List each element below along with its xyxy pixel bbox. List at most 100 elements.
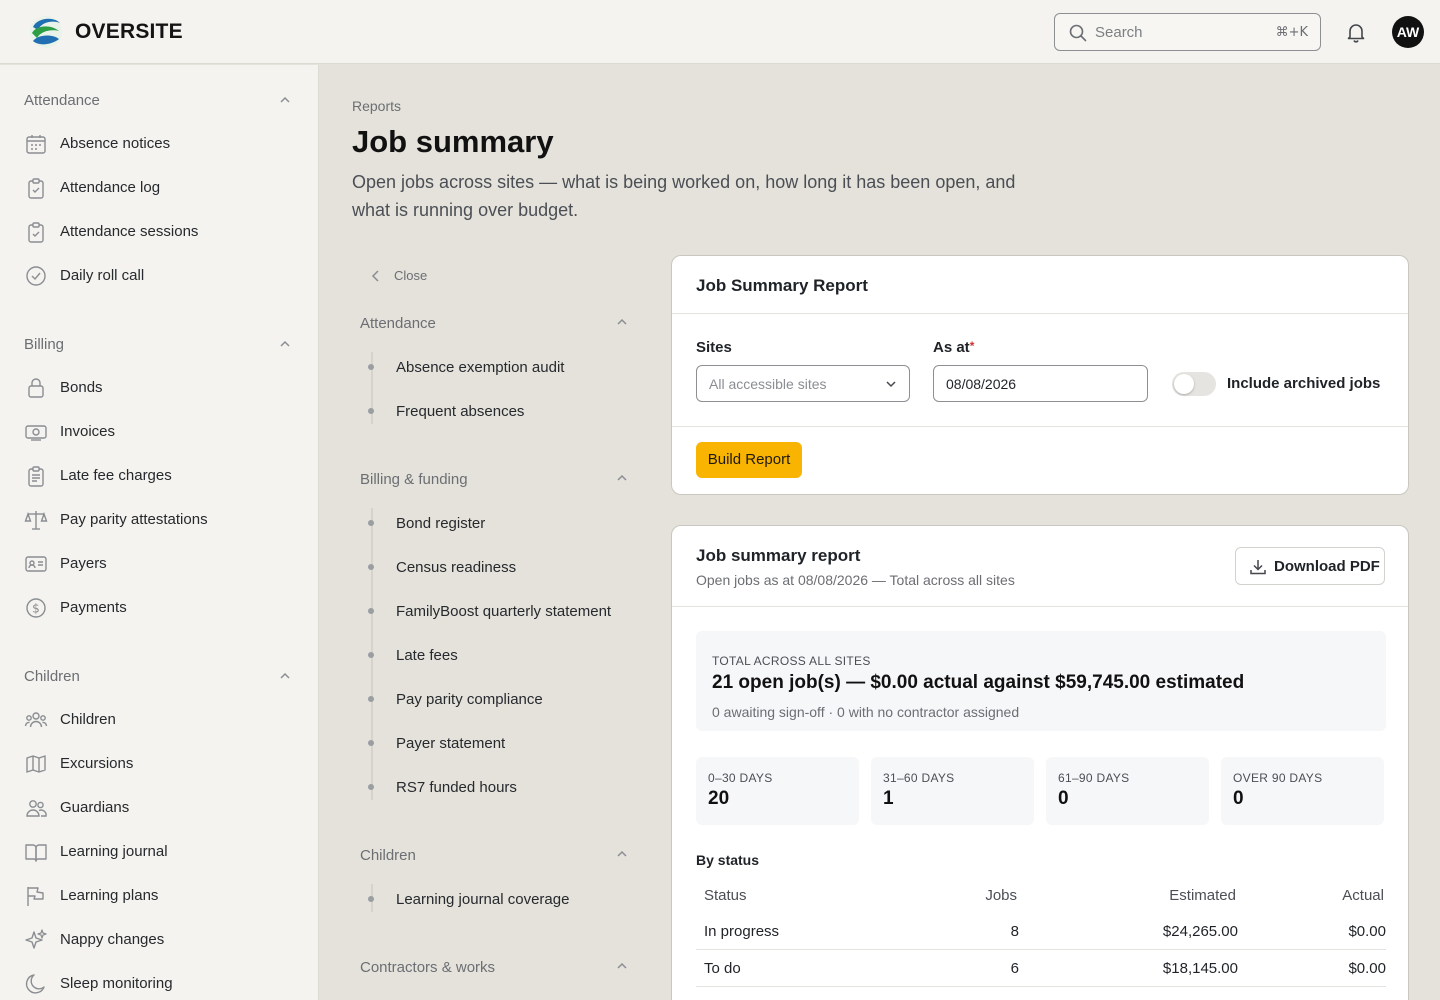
- avatar[interactable]: AW: [1392, 16, 1424, 48]
- sidebar-item-learning-plans[interactable]: Learning plans: [24, 882, 294, 910]
- report-subtitle: Open jobs as at 08/08/2026 — Total acros…: [696, 572, 1015, 588]
- receipt-icon: [28, 466, 44, 487]
- banknote-icon: [25, 425, 47, 441]
- brand-name[interactable]: OVERSITE: [75, 20, 183, 44]
- search-shortcut: ⌘+K: [1275, 25, 1308, 40]
- chevron-up-icon[interactable]: [614, 470, 630, 486]
- sidebar-item-guardians[interactable]: Guardians: [24, 794, 294, 822]
- subnav-item[interactable]: Frequent absences: [368, 400, 638, 424]
- cell-estimated: $24,265.00: [1162, 923, 1238, 940]
- report-title: Job summary report: [696, 546, 861, 565]
- divider: [672, 426, 1408, 427]
- subnav-item-label: Absence exemption audit: [396, 359, 565, 376]
- bell-icon[interactable]: [1344, 20, 1368, 44]
- sidebar-item-attendance-sessions[interactable]: Attendance sessions: [24, 218, 294, 246]
- flag-icon: [27, 887, 44, 906]
- chevron-up-icon[interactable]: [277, 92, 293, 108]
- subnav-close-label: Close: [394, 268, 428, 283]
- subnav-group-attendance[interactable]: Attendance: [360, 315, 436, 332]
- sidebar-item-label: Payments: [60, 599, 127, 616]
- sidebar-group-billing[interactable]: Billing: [24, 336, 64, 353]
- oversite-logo-icon[interactable]: [27, 14, 65, 50]
- sidebar-item-late-fee-charges[interactable]: Late fee charges: [24, 462, 294, 490]
- sidebar-item-label: Learning journal: [60, 843, 168, 860]
- sidebar-item-learning-journal[interactable]: Learning journal: [24, 838, 294, 866]
- book-open-icon: [25, 844, 47, 862]
- sidebar-item-pay-parity-attestations[interactable]: Pay parity attestations: [24, 506, 294, 534]
- sidebar-item-children[interactable]: Children: [24, 706, 294, 734]
- sidebar-item-absence-notices[interactable]: Absence notices: [24, 130, 294, 158]
- sidebar-group-attendance[interactable]: Attendance: [24, 92, 100, 109]
- sidebar-item-daily-roll-call[interactable]: Daily roll call: [24, 262, 294, 290]
- subnav-group-contractors-works[interactable]: Contractors & works: [360, 959, 495, 976]
- sites-select[interactable]: All accessible sites: [696, 365, 910, 402]
- sidebar-item-attendance-log[interactable]: Attendance log: [24, 174, 294, 202]
- total-headline: 21 open job(s) — $0.00 actual against $5…: [712, 672, 1245, 693]
- subnav-item-label: Payer statement: [396, 735, 506, 752]
- cell-actual: $0.00: [1348, 923, 1386, 940]
- cell-jobs: 8: [1010, 923, 1019, 940]
- subnav-item[interactable]: Learning journal coverage: [368, 888, 638, 912]
- sidebar-group-children[interactable]: Children: [24, 668, 80, 685]
- sidebar-item-excursions[interactable]: Excursions: [24, 750, 294, 778]
- chevron-up-icon[interactable]: [614, 314, 630, 330]
- sidebar-item-label: Payers: [60, 555, 107, 572]
- chevron-up-icon[interactable]: [614, 846, 630, 862]
- sites-label: Sites: [696, 339, 732, 356]
- cell-status: In progress: [704, 923, 780, 940]
- subnav-item-label: Census readiness: [396, 559, 517, 576]
- search-placeholder: Search: [1095, 24, 1143, 41]
- sidebar-item-bonds[interactable]: Bonds: [24, 374, 294, 402]
- sidebar-item-label: Pay parity attestations: [60, 511, 208, 528]
- cell-jobs: 6: [1010, 960, 1019, 977]
- include-archived-label[interactable]: Include archived jobs: [1227, 375, 1380, 392]
- cell-actual: $0.00: [1348, 960, 1386, 977]
- column-header-actual: Actual: [1342, 887, 1384, 904]
- ageing-label: OVER 90 DAYS: [1233, 771, 1323, 785]
- dollar-circle-icon: $: [26, 598, 46, 618]
- chevron-up-icon[interactable]: [277, 668, 293, 684]
- bullet-dot: [368, 608, 374, 614]
- sparkles-icon: [25, 929, 47, 949]
- bullet-dot: [368, 520, 374, 526]
- clipboard-check-icon: [28, 222, 44, 243]
- build-report-button[interactable]: Build Report: [696, 442, 802, 478]
- sidebar-item-sleep-monitoring[interactable]: Sleep monitoring: [24, 970, 294, 998]
- download-pdf-button[interactable]: Download PDF: [1235, 547, 1385, 585]
- subnav-item-label: Bond register: [396, 515, 486, 532]
- subnav-item[interactable]: Pay parity compliance: [368, 688, 638, 712]
- sidebar: Attendance Absence notices Attendance lo…: [0, 65, 319, 1000]
- bullet-dot: [368, 740, 374, 746]
- ageing-value: 1: [883, 788, 894, 809]
- sidebar-item-invoices[interactable]: Invoices: [24, 418, 294, 446]
- subnav-item[interactable]: FamilyBoost quarterly statement: [368, 600, 638, 624]
- breadcrumb[interactable]: Reports: [352, 98, 401, 114]
- total-summary-panel: TOTAL ACROSS ALL SITES 21 open job(s) — …: [696, 631, 1386, 731]
- chevron-up-icon[interactable]: [614, 958, 630, 974]
- sidebar-item-label: Invoices: [60, 423, 116, 440]
- as-at-date-input[interactable]: [933, 365, 1148, 402]
- subnav-item[interactable]: Bond register: [368, 512, 638, 536]
- sidebar-item-nappy-changes[interactable]: Nappy changes: [24, 926, 294, 954]
- sidebar-item-payments[interactable]: $ Payments: [24, 594, 294, 622]
- subnav-group-children[interactable]: Children: [360, 847, 416, 864]
- sidebar-item-payers[interactable]: Payers: [24, 550, 294, 578]
- sidebar-item-label: Bonds: [60, 379, 103, 396]
- subnav-item[interactable]: Late fees: [368, 644, 638, 668]
- search-input[interactable]: Search ⌘+K: [1054, 13, 1321, 51]
- ageing-label: 61–90 DAYS: [1058, 771, 1130, 785]
- ageing-tile: 31–60 DAYS 1: [871, 757, 1034, 825]
- id-card-icon: [25, 556, 47, 572]
- table-row: To do 6 $18,145.00 $0.00: [696, 950, 1386, 987]
- ageing-value: 0: [1233, 788, 1244, 809]
- check-circle-icon: [26, 266, 46, 286]
- include-archived-toggle[interactable]: [1172, 372, 1216, 396]
- subnav-item[interactable]: RS7 funded hours: [368, 776, 638, 800]
- subnav-item[interactable]: Absence exemption audit: [368, 356, 638, 380]
- subnav-item-label: Learning journal coverage: [396, 891, 570, 908]
- subnav-item-label: FamilyBoost quarterly statement: [396, 603, 612, 620]
- subnav-group-billing-funding[interactable]: Billing & funding: [360, 471, 468, 488]
- subnav-item[interactable]: Census readiness: [368, 556, 638, 580]
- chevron-up-icon[interactable]: [277, 336, 293, 352]
- subnav-item[interactable]: Payer statement: [368, 732, 638, 756]
